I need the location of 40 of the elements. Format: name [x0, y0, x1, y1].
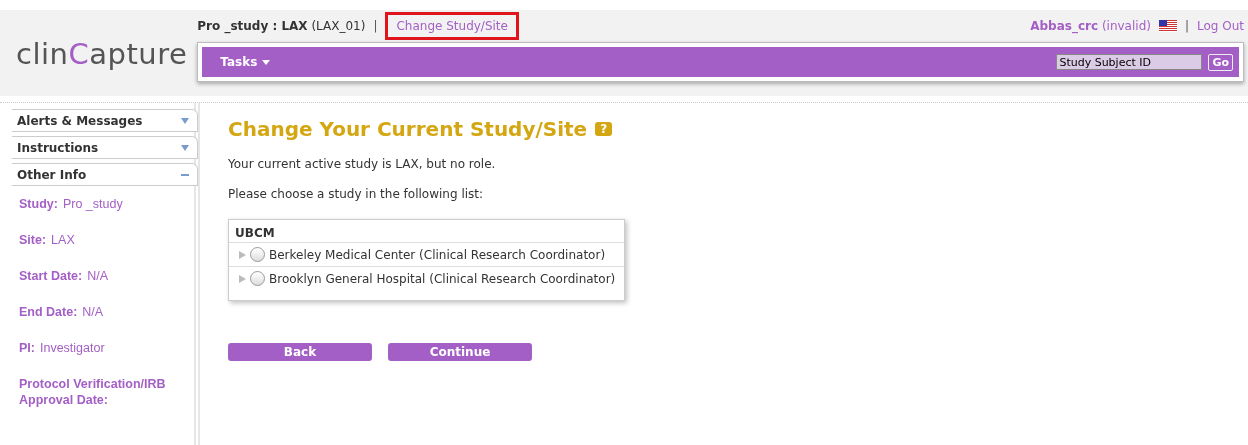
sidebar-panel-header[interactable]: Alerts & Messages: [12, 109, 198, 132]
collapse-icon: [181, 171, 189, 178]
change-study-link[interactable]: Change Study/Site: [385, 12, 519, 40]
caret-icon: [262, 59, 271, 65]
tasks-menu[interactable]: Tasks: [220, 55, 271, 69]
expand-icon[interactable]: [239, 250, 246, 259]
help-icon[interactable]: ?: [595, 122, 613, 136]
info-item: Study: Pro _study: [19, 196, 124, 212]
study-name: UBCM: [229, 220, 624, 243]
sidebar-panel-header[interactable]: Instructions: [12, 136, 198, 159]
info-item: Start Date: N/A: [19, 268, 110, 284]
panel-title: Instructions: [17, 140, 99, 155]
current-study: Pro _study : LAX (LAX_01): [197, 19, 366, 33]
status-text: Your current active study is LAX, but no role.: [228, 157, 497, 171]
user-name[interactable]: Abbas_crc (invalid): [1030, 19, 1151, 33]
info-item: PI: Investigator: [19, 340, 106, 356]
expand-icon[interactable]: [239, 274, 246, 283]
go-button[interactable]: Go: [1208, 53, 1233, 71]
info-item: End Date: N/A: [19, 304, 105, 320]
site-label[interactable]: Berkeley Medical Center (Clinical Research Coordinator): [269, 247, 606, 262]
expand-icon: [181, 117, 189, 124]
sidebar-panel-header[interactable]: Other Info: [12, 163, 198, 186]
panel-title: Other Info: [17, 167, 87, 182]
info-item: Protocol Verification/IRB Approval Date:: [19, 376, 167, 408]
continue-button[interactable]: Continue: [388, 343, 532, 361]
flag-icon[interactable]: [1158, 20, 1177, 32]
radio-button[interactable]: [250, 271, 265, 286]
logout-link[interactable]: Log Out: [1197, 19, 1244, 33]
separator: |: [373, 19, 378, 33]
panel-title: Alerts & Messages: [17, 113, 143, 128]
radio-button[interactable]: [250, 247, 265, 262]
prompt-text: Please choose a study in the following list:: [228, 187, 485, 201]
site-label[interactable]: Brooklyn General Hospital (Clinical Research Coordinator): [269, 271, 616, 286]
back-button[interactable]: Back: [228, 343, 372, 361]
separator: |: [1184, 19, 1189, 33]
clincapture-logo: clinCapture: [16, 37, 188, 71]
info-item: Site: LAX: [19, 232, 76, 248]
expand-icon: [181, 144, 189, 151]
page-title: Change Your Current Study/Site ?: [228, 117, 625, 141]
search-field[interactable]: Study Subject ID: [1056, 54, 1203, 70]
